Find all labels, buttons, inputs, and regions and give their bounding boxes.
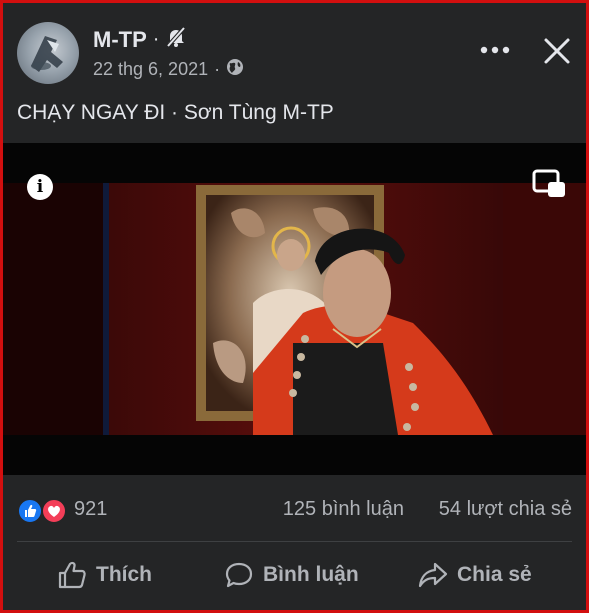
post-date[interactable]: 22 thg 6, 2021: [93, 59, 208, 80]
author-name[interactable]: M-TP: [93, 27, 147, 53]
globe-icon: [226, 58, 244, 81]
post-actions: Thích Bình luận Chia sẻ: [17, 555, 572, 595]
name-separator: ·: [152, 28, 160, 50]
comment-label: Bình luận: [263, 563, 359, 586]
post-caption: CHẠY NGAY ĐI · Sơn Tùng M-TP: [17, 101, 334, 124]
reaction-count[interactable]: 921: [74, 498, 107, 521]
share-button[interactable]: Chia sẻ: [418, 555, 532, 595]
picture-in-picture-icon[interactable]: [531, 168, 567, 200]
info-glyph: i: [36, 177, 44, 197]
avatar[interactable]: [17, 22, 79, 84]
thumbs-up-icon: [58, 561, 86, 589]
video-player[interactable]: [3, 143, 586, 475]
actions-divider: [17, 541, 572, 542]
share-label: Chia sẻ: [457, 563, 532, 586]
close-icon[interactable]: [542, 36, 572, 66]
bell-slash-icon: [165, 26, 187, 53]
share-arrow-icon: [418, 562, 448, 588]
more-options-icon[interactable]: [480, 40, 510, 60]
reaction-icons[interactable]: [17, 498, 69, 524]
post-header: M-TP · 22 thg 6, 2021 ·: [17, 22, 572, 86]
video-frame: [3, 143, 586, 475]
like-label: Thích: [96, 563, 152, 586]
share-count[interactable]: 54 lượt chia sẻ: [439, 498, 572, 521]
meta-separator: ·: [214, 59, 221, 79]
author-row: M-TP ·: [93, 26, 187, 53]
comment-button[interactable]: Bình luận: [224, 555, 359, 595]
like-button[interactable]: Thích: [57, 555, 152, 595]
post-meta: 22 thg 6, 2021 ·: [93, 58, 244, 81]
info-icon[interactable]: i: [27, 174, 53, 200]
comment-icon: [225, 562, 253, 588]
post-stats: 921 125 bình luận 54 lượt chia sẻ: [17, 496, 572, 526]
comment-count[interactable]: 125 bình luận: [283, 498, 404, 521]
